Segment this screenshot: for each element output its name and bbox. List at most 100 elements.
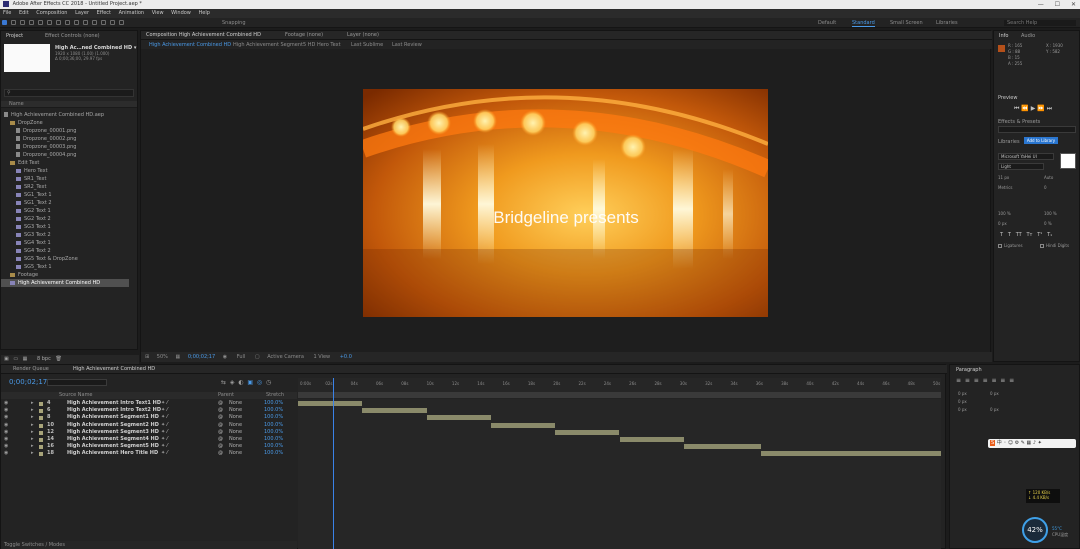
- timeline-layer-row[interactable]: ◉ ▸ 8 High Achievement Segment1 HD ✦ ⁄ @ None 1…: [1, 414, 297, 421]
- help-search-input[interactable]: Search Help: [1004, 20, 1076, 26]
- tab-render-queue[interactable]: Render Queue: [13, 366, 49, 372]
- stretch-value[interactable]: 100.0%: [264, 422, 283, 429]
- align-right-icon[interactable]: ≡: [974, 377, 979, 384]
- project-item[interactable]: Dropzone_00001.png: [1, 127, 129, 135]
- new-comp-icon[interactable]: ▦: [23, 356, 28, 362]
- zoom-tool-icon[interactable]: [20, 20, 25, 25]
- layer-name[interactable]: High Achievement Segment1 HD: [67, 414, 159, 421]
- crumb-segment5[interactable]: High Achievement Segment5 HD: [233, 42, 315, 48]
- crumb-hero-text[interactable]: Hero Text: [317, 42, 341, 48]
- project-item[interactable]: Dropzone_00003.png: [1, 143, 129, 151]
- timeline-layer-row[interactable]: ◉ ▸ 6 High Achievement Intro Text2 HD ✦ ⁄ @ No…: [1, 407, 297, 414]
- visibility-eye-icon[interactable]: ◉: [4, 429, 8, 436]
- parent-dropdown[interactable]: None: [229, 436, 242, 443]
- layer-switches-icon[interactable]: ✦ ⁄: [161, 450, 168, 457]
- expand-arrow-icon[interactable]: ▸: [31, 400, 34, 407]
- camera-dropdown[interactable]: Active Camera: [267, 354, 304, 360]
- timeline-layer-row[interactable]: ◉ ▸ 10 High Achievement Segment2 HD ✦ ⁄ @ None…: [1, 422, 297, 429]
- expand-arrow-icon[interactable]: ▸: [31, 436, 34, 443]
- layer-switches-icon[interactable]: ✦ ⁄: [161, 400, 168, 407]
- project-item[interactable]: High Achievement Combined HD: [1, 279, 129, 287]
- indent-left-field[interactable]: 0 px: [958, 391, 967, 396]
- indent-first-field[interactable]: 0 px: [958, 399, 967, 404]
- tab-audio[interactable]: Audio: [1021, 33, 1035, 39]
- project-item[interactable]: Dropzone_00004.png: [1, 151, 129, 159]
- label-color-box[interactable]: [39, 402, 43, 406]
- type-tool-icon[interactable]: [74, 20, 79, 25]
- justify-last-right-icon[interactable]: ≡: [1000, 377, 1005, 384]
- project-item[interactable]: SR1_Text: [1, 175, 129, 183]
- pickwhip-icon[interactable]: @: [218, 400, 223, 407]
- layer-duration-bar[interactable]: [619, 437, 684, 442]
- time-ruler[interactable]: 0:00s 02s 04s 06s 08s 10s 12s 14s 16s 18s 20s 22s 24…: [298, 378, 941, 392]
- stretch-value[interactable]: 100.0%: [264, 429, 283, 436]
- label-color-box[interactable]: [39, 452, 43, 457]
- justify-last-left-icon[interactable]: ≡: [983, 377, 988, 384]
- menu-layer[interactable]: Layer: [75, 10, 89, 16]
- layer-duration-bar[interactable]: [555, 429, 620, 435]
- crumb-last-review[interactable]: Last Review: [392, 42, 422, 48]
- indent-right-field[interactable]: 0 px: [990, 391, 999, 396]
- crumb-last-sublime[interactable]: Last Sublime: [351, 42, 383, 48]
- parent-dropdown[interactable]: None: [229, 450, 242, 457]
- superscript-icon[interactable]: T¹: [1037, 232, 1042, 238]
- tab-composition[interactable]: Composition High Achievement Combined HD: [146, 32, 261, 38]
- frame-blending-icon[interactable]: ▣: [247, 379, 253, 386]
- pickwhip-icon[interactable]: @: [218, 443, 223, 450]
- puppet-tool-icon[interactable]: [119, 20, 124, 25]
- project-item[interactable]: Hero Text: [1, 167, 129, 175]
- libraries-label[interactable]: Libraries: [998, 139, 1020, 145]
- horizontal-scale-field[interactable]: 100 %: [1044, 211, 1057, 216]
- effects-search-input[interactable]: [998, 126, 1076, 133]
- vertical-scale-field[interactable]: 100 %: [998, 211, 1011, 216]
- tab-layer[interactable]: Layer (none): [347, 32, 379, 38]
- pickwhip-icon[interactable]: @: [218, 429, 223, 436]
- timeline-layer-row[interactable]: ◉ ▸ 4 High Achievement Intro Text1 HD ✦ ⁄ @ No…: [1, 400, 297, 407]
- project-folder[interactable]: Edit Text: [1, 159, 129, 167]
- stretch-value[interactable]: 100.0%: [264, 407, 283, 414]
- visibility-eye-icon[interactable]: ◉: [4, 436, 8, 443]
- project-folder[interactable]: DropZone: [1, 119, 129, 127]
- hindi-digits-checkbox[interactable]: [1040, 244, 1044, 248]
- minimize-icon[interactable]: —: [1038, 1, 1044, 8]
- expand-arrow-icon[interactable]: ▸: [31, 429, 34, 436]
- tracking-field[interactable]: 0: [1044, 185, 1047, 190]
- exposure-value[interactable]: +0.0: [340, 354, 352, 360]
- tab-paragraph[interactable]: Paragraph: [956, 367, 982, 373]
- menu-help[interactable]: Help: [198, 10, 209, 16]
- expand-arrow-icon[interactable]: ▸: [31, 450, 34, 457]
- tab-timeline-comp[interactable]: High Achievement Combined HD: [73, 366, 155, 372]
- project-name-header[interactable]: Name: [1, 101, 137, 108]
- workspace-standard[interactable]: Standard: [852, 20, 875, 27]
- menu-edit[interactable]: Edit: [19, 10, 29, 16]
- layer-switches-icon[interactable]: ✦ ⁄: [161, 407, 168, 414]
- workspace-libraries[interactable]: Libraries: [936, 20, 958, 26]
- tsume-field[interactable]: 0 %: [1044, 221, 1052, 226]
- parent-dropdown[interactable]: None: [229, 443, 242, 450]
- layer-duration-bar[interactable]: [490, 422, 556, 428]
- roto-brush-tool-icon[interactable]: [110, 20, 115, 25]
- visibility-eye-icon[interactable]: ◉: [4, 400, 8, 407]
- play-icon[interactable]: ▶: [1031, 105, 1036, 112]
- composition-frame[interactable]: Bridgeline presents: [363, 89, 768, 317]
- parent-dropdown[interactable]: None: [229, 429, 242, 436]
- playhead[interactable]: [332, 378, 334, 549]
- ime-tools-icon[interactable]: 中 ◦ ☺ ⚙ ✎ ▦ ♪ ✦: [997, 440, 1042, 446]
- first-frame-icon[interactable]: ⏮: [1014, 105, 1019, 112]
- layer-name[interactable]: High Achievement Segment2 HD: [67, 422, 159, 429]
- leading-field[interactable]: Auto: [1044, 175, 1053, 180]
- stretch-value[interactable]: 100.0%: [264, 436, 283, 443]
- stretch-value[interactable]: 100.0%: [264, 443, 283, 450]
- visibility-eye-icon[interactable]: ◉: [4, 414, 8, 421]
- project-item[interactable]: SG1_Text 2: [1, 199, 129, 207]
- trash-icon[interactable]: 🗑: [55, 356, 61, 362]
- align-center-icon[interactable]: ≡: [965, 377, 970, 384]
- effects-presets-label[interactable]: Effects & Presets: [998, 119, 1040, 125]
- last-frame-icon[interactable]: ⏭: [1047, 105, 1052, 112]
- subscript-icon[interactable]: T₁: [1047, 232, 1052, 238]
- layer-switches-icon[interactable]: ✦ ⁄: [161, 443, 168, 450]
- ligatures-checkbox[interactable]: [998, 244, 1002, 248]
- project-item[interactable]: SG5_Text 1: [1, 263, 129, 271]
- clone-tool-icon[interactable]: [92, 20, 97, 25]
- graph-editor-icon[interactable]: ◷: [266, 379, 271, 386]
